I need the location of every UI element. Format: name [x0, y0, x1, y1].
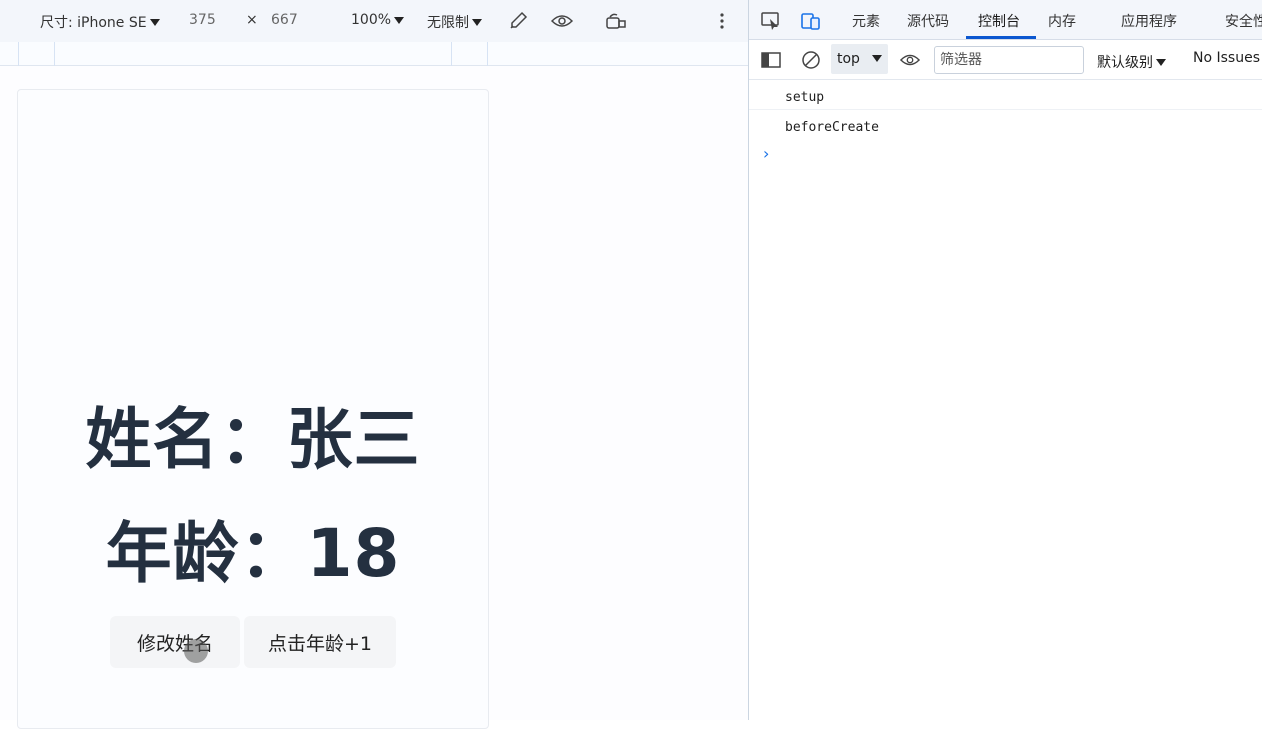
device-dimensions-select[interactable]: 尺寸: iPhone SE	[40, 12, 160, 32]
issues-counter[interactable]: No Issues	[1193, 50, 1260, 66]
inspect-element-icon[interactable]	[759, 9, 783, 33]
device-toolbar: 尺寸: iPhone SE 375 × 667 100% 无限制	[0, 0, 748, 42]
touch-cursor-indicator	[184, 639, 208, 663]
ruler-tick	[451, 42, 452, 66]
log-level-select[interactable]: 默认级别	[1097, 52, 1166, 72]
ruler-tick	[54, 42, 55, 66]
console-prompt-icon[interactable]: ›	[763, 144, 769, 163]
tab-elements[interactable]: 元素	[852, 11, 880, 31]
times-separator: ×	[246, 12, 258, 28]
tab-security[interactable]: 安全性	[1225, 11, 1262, 31]
age-increment-button[interactable]: 点击年龄+1	[244, 616, 396, 668]
device-viewport: 姓名：张三 年龄：18 修改姓名 点击年龄+1	[17, 89, 489, 729]
live-expression-eye-icon[interactable]	[898, 48, 922, 72]
rotate-icon[interactable]	[604, 9, 628, 33]
viewport-area: 姓名：张三 年龄：18 修改姓名 点击年龄+1	[0, 66, 748, 729]
width-value: 375	[189, 12, 216, 28]
log-level-label: 默认级别	[1097, 55, 1153, 71]
tab-memory[interactable]: 内存	[1048, 11, 1076, 31]
width-field[interactable]: 375	[189, 12, 216, 28]
age-heading: 年龄：18	[18, 500, 488, 596]
console-message: setup	[749, 80, 1262, 110]
device-emulation-pane: 尺寸: iPhone SE 375 × 667 100% 无限制 姓名：张三 年…	[0, 0, 748, 729]
context-label: top	[837, 51, 860, 67]
console-message: beforeCreate	[785, 120, 879, 135]
zoom-label: 100%	[351, 12, 392, 28]
devtools-tabbar: 元素 源代码 控制台 内存 应用程序 安全性	[749, 0, 1262, 40]
console-filter-input[interactable]	[934, 46, 1084, 74]
eye-icon[interactable]	[550, 9, 574, 33]
chevron-down-icon	[872, 55, 882, 62]
age-label: 年龄：	[105, 515, 307, 592]
name-heading: 姓名：张三	[18, 386, 488, 482]
active-tab-indicator	[966, 36, 1036, 39]
more-options-icon[interactable]	[710, 9, 734, 33]
zoom-select[interactable]: 100%	[351, 12, 405, 28]
ruler-tick	[487, 42, 488, 66]
age-value: 18	[306, 515, 401, 592]
change-name-button[interactable]: 修改姓名	[110, 616, 240, 668]
height-field[interactable]: 667	[271, 12, 298, 28]
media-query-ruler	[0, 42, 748, 66]
devtools-panel: 元素 源代码 控制台 内存 应用程序 安全性 top 默认级别 No Issue…	[749, 0, 1262, 720]
clear-console-icon[interactable]	[799, 48, 823, 72]
chevron-down-icon	[149, 18, 160, 26]
sidebar-toggle-icon[interactable]	[759, 48, 783, 72]
chevron-down-icon	[1156, 58, 1166, 66]
chevron-down-icon	[472, 18, 482, 26]
tab-application[interactable]: 应用程序	[1121, 11, 1177, 31]
console-toolbar: top 默认级别 No Issues	[749, 40, 1262, 80]
height-value: 667	[271, 12, 298, 28]
eyedropper-icon[interactable]	[506, 9, 530, 33]
context-select[interactable]: top	[831, 44, 888, 74]
chevron-down-icon	[394, 16, 405, 24]
device-toggle-icon[interactable]	[799, 9, 823, 33]
tab-sources[interactable]: 源代码	[907, 11, 949, 31]
tab-console[interactable]: 控制台	[978, 11, 1020, 31]
throttle-label: 无限制	[427, 15, 469, 31]
throttle-select[interactable]: 无限制	[427, 12, 482, 32]
console-messages: setup beforeCreate ›	[749, 80, 1262, 163]
ruler-tick	[18, 42, 19, 66]
name-value: 张三	[286, 401, 421, 478]
device-dimensions-label: 尺寸: iPhone SE	[40, 15, 147, 31]
name-label: 姓名：	[85, 401, 287, 478]
